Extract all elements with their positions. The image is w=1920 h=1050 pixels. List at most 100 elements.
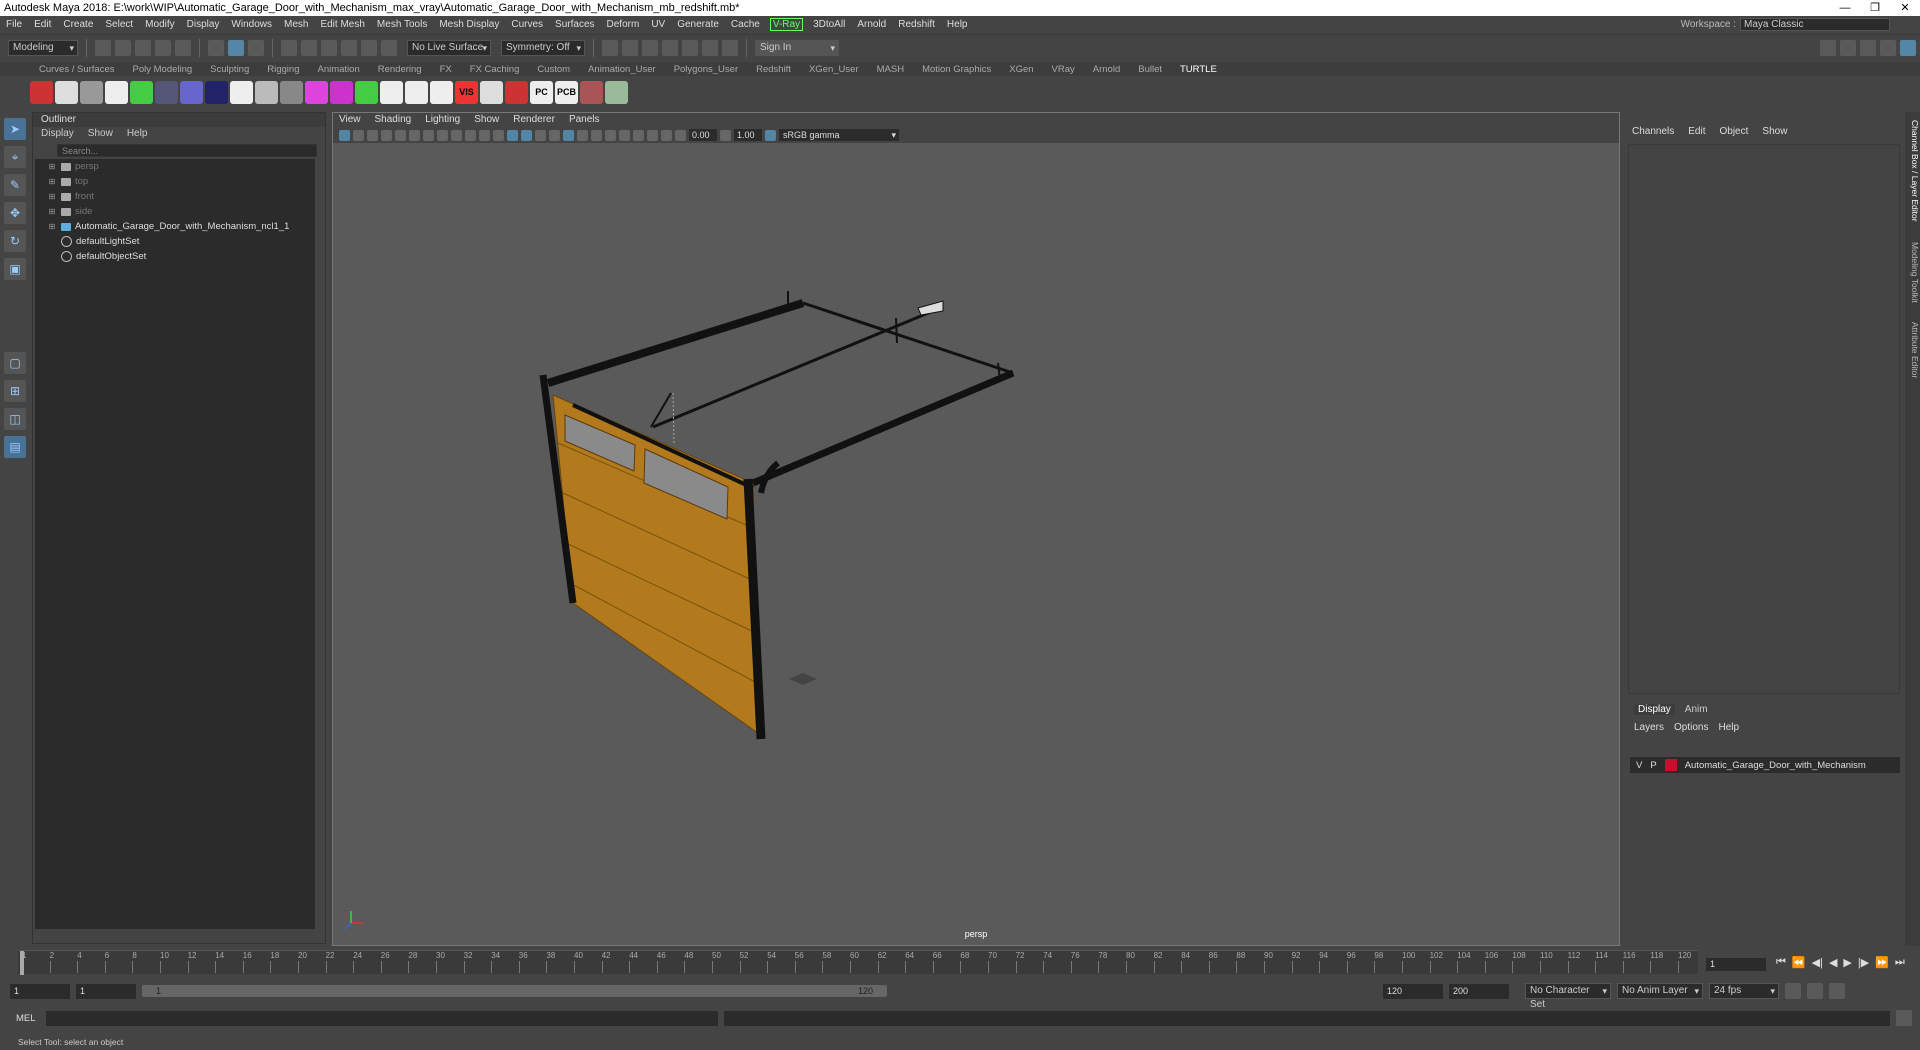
render-view-icon[interactable] bbox=[702, 39, 718, 56]
menu-curves[interactable]: Curves bbox=[505, 19, 549, 30]
shelf-tool-icon[interactable] bbox=[30, 80, 53, 104]
shelf-tab-polygons-user[interactable]: Polygons_User bbox=[665, 64, 747, 75]
animation-start-field[interactable]: 1 bbox=[10, 983, 70, 999]
layer-visibility-toggle[interactable]: V bbox=[1636, 760, 1642, 771]
minimize-button[interactable]: — bbox=[1830, 0, 1860, 16]
smooth-shade-icon[interactable] bbox=[507, 129, 518, 141]
grid-toggle-icon[interactable] bbox=[395, 129, 406, 141]
current-time-marker[interactable] bbox=[20, 951, 24, 975]
shelf-tab-curves-surfaces[interactable]: Curves / Surfaces bbox=[30, 64, 124, 75]
menu-edit[interactable]: Edit bbox=[28, 19, 57, 30]
shelf-tool-icon[interactable] bbox=[105, 80, 128, 104]
outliner-menu-show[interactable]: Show bbox=[88, 127, 113, 141]
options-menu[interactable]: Options bbox=[1674, 722, 1708, 733]
outliner-layout-icon[interactable]: ▤ bbox=[4, 436, 26, 458]
outliner-item[interactable]: defaultObjectSet bbox=[35, 249, 315, 264]
shelf-tool-icon[interactable] bbox=[405, 80, 428, 104]
resolution-gate-icon[interactable] bbox=[423, 129, 434, 141]
gate-mask-icon[interactable] bbox=[437, 129, 448, 141]
shelf-tool-icon[interactable]: VIS bbox=[455, 80, 478, 104]
symmetry-dropdown[interactable]: Symmetry: Off bbox=[501, 39, 585, 56]
animation-end-field[interactable]: 200 bbox=[1449, 983, 1509, 999]
shelf-tab-animation[interactable]: Animation bbox=[308, 64, 368, 75]
outliner-menu-display[interactable]: Display bbox=[41, 127, 74, 141]
color-management-icon[interactable] bbox=[765, 129, 776, 141]
pause-icon[interactable] bbox=[722, 39, 738, 56]
undo-icon[interactable] bbox=[155, 39, 171, 56]
viewport-menu-renderer[interactable]: Renderer bbox=[513, 113, 555, 127]
shelf-tab-xgen[interactable]: XGen bbox=[1000, 64, 1042, 75]
menu-mesh[interactable]: Mesh bbox=[278, 19, 314, 30]
open-scene-icon[interactable] bbox=[115, 39, 131, 56]
edit-menu[interactable]: Edit bbox=[1688, 126, 1705, 137]
viewport-menu-view[interactable]: View bbox=[339, 113, 361, 127]
move-tool-icon[interactable]: ✥ bbox=[4, 202, 26, 224]
layout-icon[interactable] bbox=[1820, 39, 1836, 56]
viewport-panel[interactable]: View Shading Lighting Show Renderer Pane… bbox=[332, 112, 1620, 946]
viewport-menu-lighting[interactable]: Lighting bbox=[425, 113, 460, 127]
motion-blur-icon[interactable] bbox=[619, 129, 630, 141]
loop-icon[interactable] bbox=[1785, 983, 1801, 999]
shelf-tool-icon[interactable] bbox=[180, 80, 203, 104]
snap-view-icon[interactable] bbox=[381, 39, 397, 56]
toggle-outliner-icon[interactable] bbox=[1840, 39, 1856, 56]
menu-surfaces[interactable]: Surfaces bbox=[549, 19, 600, 30]
select-component-icon[interactable] bbox=[248, 39, 264, 56]
viewport-menu-shading[interactable]: Shading bbox=[375, 113, 412, 127]
render-sequence-icon[interactable] bbox=[622, 39, 638, 56]
shelf-tab-poly-modeling[interactable]: Poly Modeling bbox=[124, 64, 202, 75]
toggle-tool-settings-icon[interactable] bbox=[1880, 39, 1896, 56]
isolate-select-icon[interactable] bbox=[661, 129, 672, 141]
play-backward-icon[interactable]: ◀ bbox=[1829, 956, 1837, 969]
anti-aliasing-icon[interactable] bbox=[633, 129, 644, 141]
workspace-dropdown[interactable]: Maya Classic bbox=[1740, 18, 1890, 31]
modeling-toolkit-side-tab[interactable]: Modeling Toolkit bbox=[1905, 242, 1920, 303]
outliner-menu-help[interactable]: Help bbox=[127, 127, 148, 141]
shelf-tool-icon[interactable] bbox=[605, 80, 628, 104]
field-chart-icon[interactable] bbox=[451, 129, 462, 141]
expand-icon[interactable]: ⊞ bbox=[47, 222, 57, 231]
shelf-tool-icon[interactable] bbox=[330, 80, 353, 104]
image-plane-icon[interactable] bbox=[381, 129, 392, 141]
shelf-tool-icon[interactable] bbox=[155, 80, 178, 104]
shelf-tab-custom[interactable]: Custom bbox=[528, 64, 579, 75]
textured-icon[interactable] bbox=[521, 129, 532, 141]
redo-icon[interactable] bbox=[175, 39, 191, 56]
auto-key-icon[interactable] bbox=[1807, 983, 1823, 999]
menu-display[interactable]: Display bbox=[181, 19, 226, 30]
step-back-key-icon[interactable]: ⏪ bbox=[1792, 956, 1806, 969]
shelf-tool-icon[interactable] bbox=[230, 80, 253, 104]
select-hierarchy-icon[interactable] bbox=[208, 39, 224, 56]
expand-icon[interactable]: ⊞ bbox=[47, 207, 57, 216]
wireframe-on-shaded-icon[interactable] bbox=[563, 129, 574, 141]
toggle-channel-box-icon[interactable] bbox=[1900, 39, 1916, 56]
shelf-tool-icon[interactable] bbox=[80, 80, 103, 104]
menu-v-ray[interactable]: V-Ray bbox=[769, 18, 804, 31]
outliner-item[interactable]: ⊞ side bbox=[35, 204, 315, 219]
shelf-tool-icon[interactable] bbox=[480, 80, 503, 104]
shelf-tool-icon[interactable] bbox=[355, 80, 378, 104]
select-tool-icon[interactable]: ➤ bbox=[4, 118, 26, 140]
snap-grid-icon[interactable] bbox=[281, 39, 297, 56]
restore-button[interactable]: ❐ bbox=[1860, 0, 1890, 16]
outliner-item[interactable]: ⊞ persp bbox=[35, 159, 315, 174]
menu-deform[interactable]: Deform bbox=[601, 19, 646, 30]
menu-edit-mesh[interactable]: Edit Mesh bbox=[314, 19, 370, 30]
snap-surface-icon[interactable] bbox=[361, 39, 377, 56]
menu-select[interactable]: Select bbox=[99, 19, 139, 30]
single-pane-layout-icon[interactable]: ▢ bbox=[4, 352, 26, 374]
attribute-editor-side-tab[interactable]: Attribute Editor bbox=[1905, 322, 1920, 378]
expand-icon[interactable]: ⊞ bbox=[47, 162, 57, 171]
display-layer-tab[interactable]: Display bbox=[1634, 704, 1675, 715]
snap-plane-icon[interactable] bbox=[341, 39, 357, 56]
show-menu[interactable]: Show bbox=[1762, 126, 1787, 137]
layer-name[interactable]: Automatic_Garage_Door_with_Mechanism bbox=[1685, 760, 1866, 771]
exposure-field[interactable]: 0.00 bbox=[689, 129, 717, 141]
layer-playback-toggle[interactable]: P bbox=[1650, 760, 1656, 771]
menu-set-dropdown[interactable]: Modeling bbox=[8, 39, 78, 56]
shelf-tab-redshift[interactable]: Redshift bbox=[747, 64, 800, 75]
camera-attributes-icon[interactable] bbox=[353, 129, 364, 141]
menu-file[interactable]: File bbox=[0, 19, 28, 30]
close-button[interactable]: ✕ bbox=[1890, 0, 1920, 16]
menu-redshift[interactable]: Redshift bbox=[892, 19, 941, 30]
